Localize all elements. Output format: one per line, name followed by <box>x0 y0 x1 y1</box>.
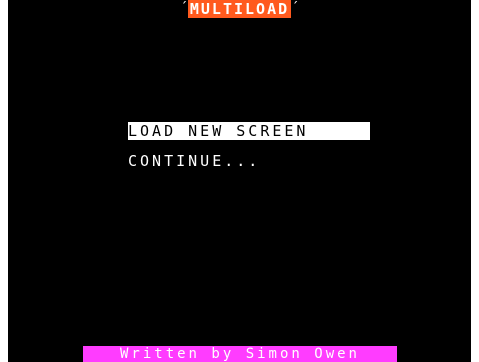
title-bracket-left: ´ <box>180 1 188 16</box>
menu-item-load-new-screen[interactable]: LOAD NEW SCREEN <box>128 122 370 140</box>
main-menu: LOAD NEW SCREEN CONTINUE... <box>128 122 370 182</box>
game-screen: ´ MULTILOAD ´ LOAD NEW SCREEN CONTINUE... … <box>8 0 471 362</box>
title-bar: ´ MULTILOAD ´ <box>8 0 471 20</box>
author-credit: Written by Simon Owen <box>83 346 397 362</box>
title-bracket-right: ´ <box>291 1 299 16</box>
game-title: MULTILOAD <box>187 0 292 18</box>
menu-item-continue[interactable]: CONTINUE... <box>128 152 370 170</box>
